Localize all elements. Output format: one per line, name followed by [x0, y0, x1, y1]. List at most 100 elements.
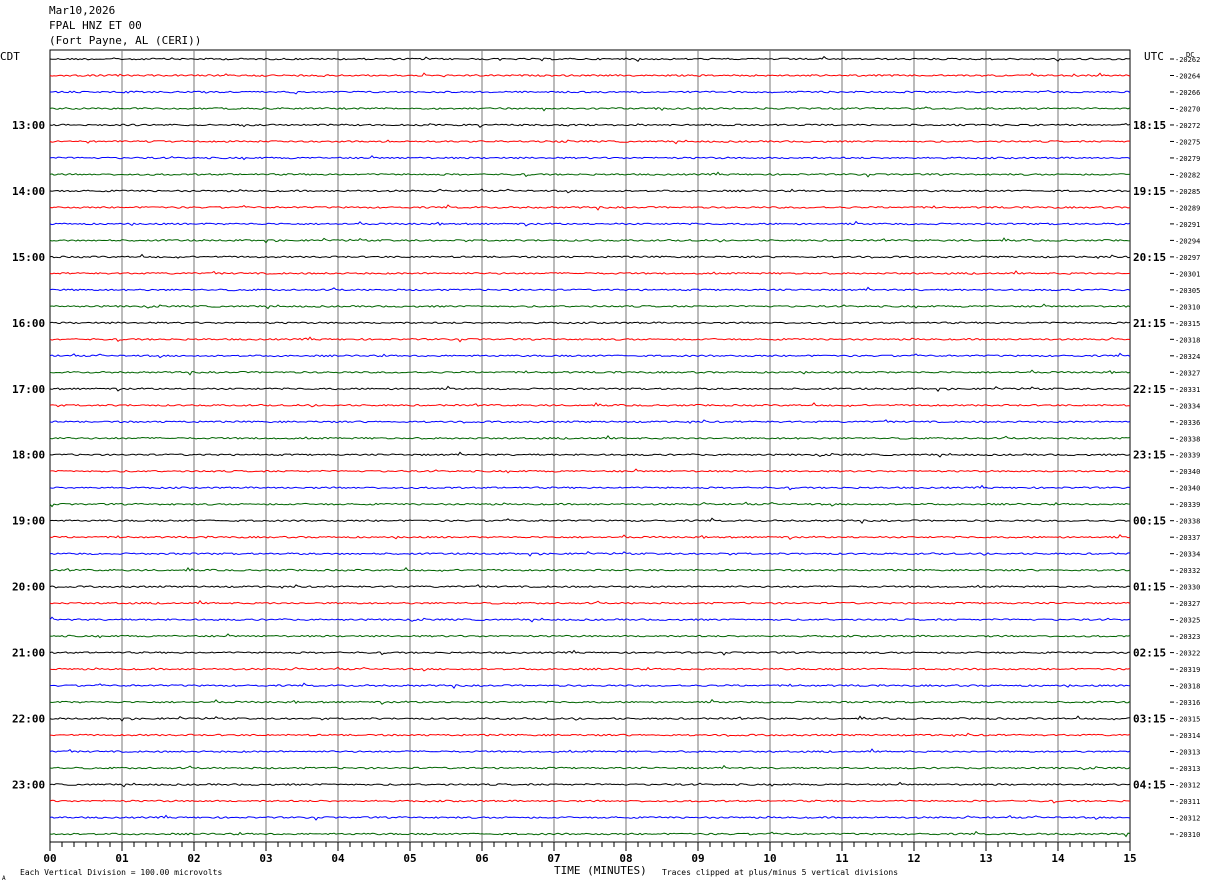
dc-offset-label: -20313 [1175, 765, 1200, 773]
x-tick-label: 09 [691, 852, 704, 865]
x-tick-label: 02 [187, 852, 200, 865]
dc-offset-label: -20318 [1175, 336, 1200, 344]
trace-line [49, 649, 1131, 656]
dc-offset-label: -20337 [1175, 534, 1200, 542]
x-tick-label: 14 [1051, 852, 1065, 865]
trace-line [49, 253, 1131, 259]
left-hour-label: 21:00 [12, 647, 45, 660]
trace-line [49, 270, 1131, 275]
dc-offset-label: -20323 [1175, 633, 1200, 641]
trace-line [49, 715, 1131, 722]
dc-offset-label: -20330 [1175, 584, 1200, 592]
dc-offset-label: -20311 [1175, 798, 1200, 806]
dc-label: DC [1186, 51, 1194, 59]
x-tick-label: 15 [1123, 852, 1136, 865]
trace-line [49, 286, 1131, 292]
trace-line [49, 484, 1131, 491]
right-hour-label: 23:15 [1133, 449, 1166, 462]
helicorder-plot: 00 01 02 03 04 05 06 07 08 09 10 11 12 13 14 15-20262-2… [0, 49, 1200, 882]
dc-offset-label: -20319 [1175, 666, 1200, 674]
right-hour-label: 21:15 [1133, 317, 1166, 330]
x-tick-label: 12 [907, 852, 920, 865]
right-hour-label: 00:15 [1133, 515, 1166, 528]
trace-line [49, 764, 1131, 771]
trace-line [49, 551, 1131, 557]
trace-line [49, 123, 1131, 128]
dc-offset-label: -20279 [1175, 155, 1200, 163]
dc-offset-label: -20312 [1175, 815, 1200, 823]
dc-offset-label: -20310 [1175, 831, 1200, 839]
left-hour-label: 23:00 [12, 779, 45, 792]
x-tick-label: 00 [43, 852, 56, 865]
dc-offset-label: -20272 [1175, 122, 1200, 130]
dc-offset-label: -20327 [1175, 369, 1200, 377]
right-hour-label: 22:15 [1133, 383, 1166, 396]
trace-line [49, 599, 1131, 605]
trace-line [49, 732, 1131, 738]
trace-line [49, 188, 1131, 194]
right-hour-label: 18:15 [1133, 119, 1166, 132]
seismic-traces [49, 55, 1131, 838]
right-hour-label: 04:15 [1133, 779, 1166, 792]
trace-line [49, 237, 1131, 244]
trace-line [49, 633, 1131, 639]
trace-line [49, 55, 1131, 63]
right-hour-label: 02:15 [1133, 647, 1166, 660]
minute-grid [49, 49, 1131, 851]
trace-line [49, 155, 1131, 161]
trace-line [49, 682, 1131, 689]
right-hour-label: 19:15 [1133, 185, 1166, 198]
dc-offset-label: -20314 [1175, 732, 1200, 740]
dc-offset-label: -20334 [1175, 402, 1200, 410]
dc-offset-label: -20318 [1175, 683, 1200, 691]
dc-offset-label: -20327 [1175, 600, 1200, 608]
trace-line [50, 89, 1131, 95]
trace-line [49, 567, 1131, 572]
trace-line [49, 830, 1131, 838]
trace-line [49, 402, 1131, 408]
dc-offset-label: -20334 [1175, 551, 1200, 559]
trace-line [49, 369, 1131, 376]
dc-offset-label: -20275 [1175, 138, 1200, 146]
dc-offset-label: -20285 [1175, 188, 1200, 196]
trace-line [49, 139, 1131, 145]
trace-line [49, 781, 1131, 788]
corner-mark: A [2, 875, 6, 882]
trace-line [49, 72, 1131, 78]
dc-offset-label: -20340 [1175, 468, 1200, 476]
right-hour-label: 20:15 [1133, 251, 1166, 264]
trace-line [49, 171, 1131, 178]
dc-offset-label: -20312 [1175, 782, 1200, 790]
trace-line [49, 451, 1131, 458]
scale-note: Each Vertical Division = 100.00 microvol… [20, 868, 222, 877]
right-hour-label: 01:15 [1133, 581, 1166, 594]
trace-line [49, 799, 1131, 804]
dc-offset-label: -20339 [1175, 501, 1200, 509]
trace-line [49, 303, 1131, 310]
x-tick-label: 10 [763, 852, 776, 865]
dc-offset-label: -20310 [1175, 303, 1200, 311]
x-tick-label: 01 [115, 852, 129, 865]
trace-line [49, 517, 1131, 525]
dc-offset-label: -20270 [1175, 106, 1200, 114]
left-hour-label: 16:00 [12, 317, 45, 330]
left-axis-title: CDT [0, 50, 20, 63]
dc-offset-label: -20291 [1175, 221, 1200, 229]
left-hour-label: 19:00 [12, 515, 45, 528]
x-tick-label: 05 [403, 852, 416, 865]
left-hour-label: 17:00 [12, 383, 45, 396]
x-tick-label: 11 [835, 852, 849, 865]
dc-offset-label: -20301 [1175, 270, 1200, 278]
x-axis-title: TIME (MINUTES) [554, 864, 647, 877]
trace-line [49, 748, 1131, 754]
dc-offset-label: -20282 [1175, 171, 1200, 179]
x-tick-label: 13 [979, 852, 992, 865]
x-tick-label: 06 [475, 852, 489, 865]
dc-offset-label: -20313 [1175, 749, 1200, 757]
trace-line [49, 616, 1131, 623]
trace-line [49, 204, 1131, 211]
dc-offset-label: -20338 [1175, 435, 1200, 443]
dc-offset-label: -20305 [1175, 287, 1200, 295]
dc-offset-label: -20338 [1175, 518, 1200, 526]
left-hour-label: 15:00 [12, 251, 45, 264]
